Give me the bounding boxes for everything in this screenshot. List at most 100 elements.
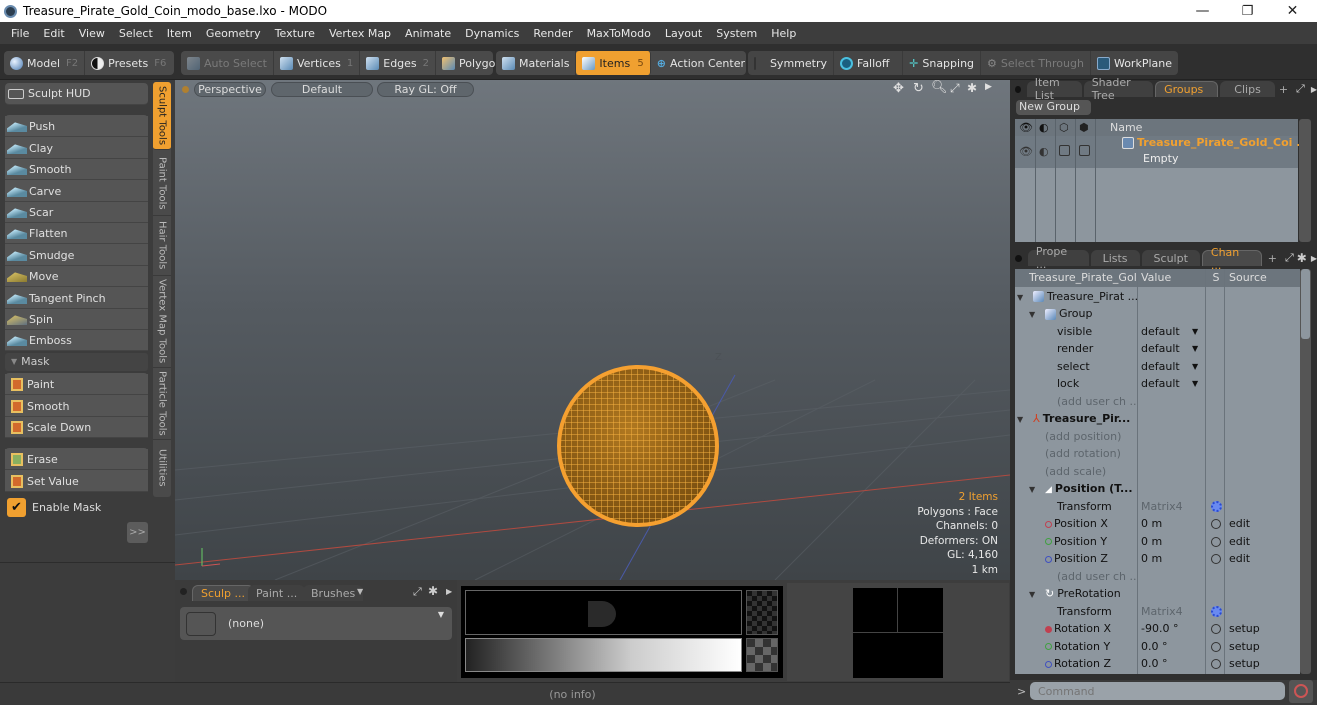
new-group-button[interactable]: New Group: [1016, 100, 1091, 115]
maximize-panel-icon[interactable]: ⤢: [413, 585, 422, 599]
edges-button[interactable]: Edges 2: [360, 51, 437, 75]
group-row[interactable]: 👁︎ ◐ Treasure_Pirate_Gold_Coi ... Empty: [1015, 136, 1309, 168]
symmetry-button[interactable]: Symmetry: [748, 51, 834, 75]
menu-view[interactable]: View: [72, 27, 112, 40]
channel-value[interactable]: 0.0 °: [1137, 657, 1207, 670]
mask-tool-scale-down[interactable]: Scale Down: [5, 417, 148, 438]
tool-push[interactable]: Push: [5, 116, 148, 137]
gear-icon[interactable]: [1210, 606, 1222, 618]
menu-geometry[interactable]: Geometry: [199, 27, 268, 40]
checkbox-checked-icon[interactable]: ✔: [7, 498, 26, 517]
channel-state-radio[interactable]: [1211, 641, 1221, 652]
channel-state-radio[interactable]: [1211, 554, 1221, 565]
expand-button[interactable]: >>: [127, 522, 148, 543]
vtab-paint-tools[interactable]: Paint Tools: [153, 152, 171, 216]
vtab-particle-tools[interactable]: Particle Tools: [153, 368, 171, 440]
visibility-eye-icon[interactable]: 👁︎: [1019, 145, 1033, 158]
channel-row[interactable]: select default ▼: [1015, 358, 1300, 376]
falloff-button[interactable]: Falloff: [834, 51, 904, 75]
chevron-right-icon[interactable]: ▶: [1311, 85, 1317, 94]
action-center-button[interactable]: ⊕ Action Center: [651, 51, 751, 75]
channels-scrollbar[interactable]: [1300, 269, 1311, 674]
chevron-down-icon[interactable]: ▼: [1192, 327, 1198, 336]
close-button[interactable]: ✕: [1270, 0, 1315, 22]
menu-select[interactable]: Select: [112, 27, 160, 40]
mask-tool-set-value[interactable]: Set Value: [5, 471, 148, 492]
render-camera-icon[interactable]: ◐: [1039, 121, 1049, 134]
groups-scrollbar[interactable]: [1299, 119, 1311, 242]
maximize-panel-icon[interactable]: ⤢: [1285, 251, 1294, 265]
channel-row[interactable]: Rotation X -90.0 ° setup: [1015, 620, 1300, 638]
channel-value[interactable]: 0.0 °: [1137, 640, 1207, 653]
chevron-down-icon[interactable]: ▼: [1192, 379, 1198, 388]
record-button[interactable]: [1289, 680, 1313, 703]
channel-row[interactable]: Transform Matrix4: [1015, 603, 1300, 621]
auto-select-button[interactable]: Auto Select: [181, 51, 274, 75]
panel-menu-dot-icon[interactable]: [1015, 254, 1022, 262]
channel-state-radio[interactable]: [1211, 536, 1221, 547]
mask-tool-smooth[interactable]: Smooth: [5, 396, 148, 417]
channel-row[interactable]: Transform Matrix4: [1015, 498, 1300, 516]
tab-item-list[interactable]: Item List: [1026, 76, 1082, 102]
lock-cube-icon[interactable]: ⬢: [1079, 121, 1089, 134]
tool-carve[interactable]: Carve: [5, 181, 148, 202]
maximize-panel-icon[interactable]: ⤢: [1296, 82, 1305, 96]
vtab-utilities[interactable]: Utilities: [153, 440, 171, 496]
menu-render[interactable]: Render: [526, 27, 579, 40]
channel-row[interactable]: lock default ▼: [1015, 375, 1300, 393]
tool-emboss[interactable]: Emboss: [5, 330, 148, 351]
channel-row[interactable]: Position Z 0 m edit: [1015, 550, 1300, 568]
gold-coin-mesh[interactable]: [557, 365, 719, 527]
menu-vertex-map[interactable]: Vertex Map: [322, 27, 398, 40]
tab-paint-brushes[interactable]: Paint ...: [248, 585, 306, 601]
expand-triangle-icon[interactable]: ▼: [1029, 310, 1035, 319]
channel-state-radio[interactable]: [1211, 624, 1221, 635]
visibility-eye-icon[interactable]: 👁︎: [1019, 121, 1033, 134]
tool-clay[interactable]: Clay: [5, 138, 148, 159]
channel-row[interactable]: render default ▼: [1015, 340, 1300, 358]
channel-value[interactable]: 0 m: [1137, 552, 1207, 565]
channel-row[interactable]: (add user ch ...: [1015, 568, 1300, 586]
pan-icon[interactable]: ✥: [893, 81, 904, 96]
channel-row[interactable]: (add user ch ...: [1015, 393, 1300, 411]
raygl-toggle[interactable]: Ray GL: Off: [377, 82, 474, 97]
expand-triangle-icon[interactable]: ▼: [1017, 415, 1023, 424]
expand-triangle-icon[interactable]: ▼: [1017, 293, 1023, 302]
menu-system[interactable]: System: [709, 27, 764, 40]
tool-move[interactable]: Move: [5, 266, 148, 287]
minimize-button[interactable]: —: [1180, 0, 1225, 22]
vtab-vertex-map-tools[interactable]: Vertex Map Tools: [153, 276, 171, 368]
menu-animate[interactable]: Animate: [398, 27, 458, 40]
vertices-button[interactable]: Vertices 1: [274, 51, 361, 75]
chevron-down-icon[interactable]: ▼: [357, 587, 363, 596]
tool-flatten[interactable]: Flatten: [5, 223, 148, 244]
channel-row[interactable]: Rotation Y 0.0 ° setup: [1015, 638, 1300, 656]
channel-row[interactable]: (add position): [1015, 428, 1300, 446]
channel-row[interactable]: ▼ Treasure_Pirat ...: [1015, 288, 1300, 306]
viewport-menu-dot-icon[interactable]: [182, 86, 189, 93]
channel-row[interactable]: visible default ▼: [1015, 323, 1300, 341]
maximize-view-icon[interactable]: ⤢: [950, 81, 960, 96]
value-column-header[interactable]: Value: [1137, 271, 1207, 284]
source-column-header[interactable]: Source: [1225, 271, 1267, 284]
command-input[interactable]: [1030, 682, 1285, 700]
brush-preset-dropdown[interactable]: (none) ▼: [180, 607, 452, 640]
rotate-icon[interactable]: ↻: [913, 81, 924, 96]
menu-texture[interactable]: Texture: [268, 27, 322, 40]
channel-row[interactable]: ▼ ↻ PreRotation: [1015, 585, 1300, 603]
tool-spin[interactable]: Spin: [5, 309, 148, 330]
tool-smudge[interactable]: Smudge: [5, 245, 148, 266]
tab-groups[interactable]: Groups: [1155, 81, 1219, 97]
tab-brushes[interactable]: Brushes: [303, 585, 364, 601]
channel-value[interactable]: 0 m: [1137, 535, 1207, 548]
tab-shader-tree[interactable]: Shader Tree: [1083, 76, 1154, 102]
gear-icon[interactable]: ✱: [1297, 251, 1307, 265]
gear-icon[interactable]: ✱: [428, 584, 438, 598]
chevron-down-icon[interactable]: ▼: [1192, 344, 1198, 353]
channel-row[interactable]: Position X 0 m edit: [1015, 515, 1300, 533]
chevron-right-icon[interactable]: ▶: [446, 587, 452, 596]
menu-item[interactable]: Item: [160, 27, 199, 40]
selectable-cube-icon[interactable]: ⬡: [1059, 121, 1069, 134]
view-type-dropdown[interactable]: Perspective: [194, 82, 266, 97]
maximize-button[interactable]: ❐: [1225, 0, 1270, 22]
